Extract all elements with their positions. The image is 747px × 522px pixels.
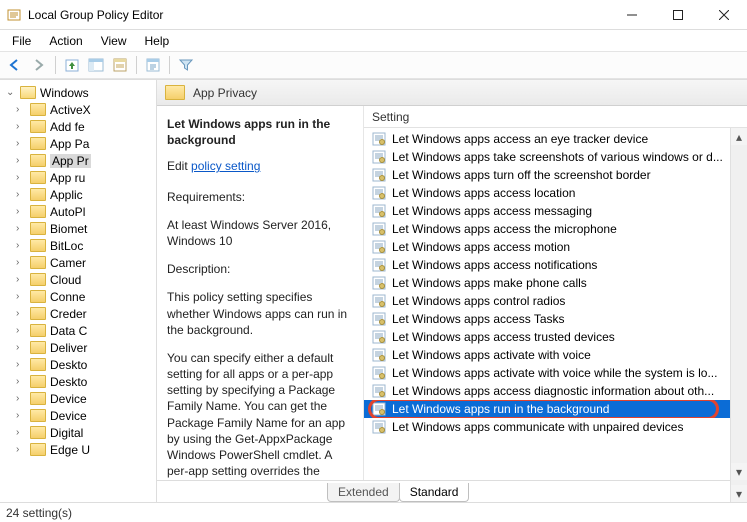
- tree-item[interactable]: ›App Pa: [6, 135, 156, 152]
- requirements-body: At least Windows Server 2016, Windows 10: [167, 217, 353, 249]
- description-body-1: This policy setting specifies whether Wi…: [167, 289, 353, 338]
- app-icon: [6, 7, 22, 23]
- detail-header: App Privacy: [157, 80, 747, 106]
- menu-file[interactable]: File: [4, 32, 39, 50]
- status-text: 24 setting(s): [6, 506, 72, 520]
- filter-button[interactable]: [175, 54, 197, 76]
- tree-root-node[interactable]: ⌄Windows: [6, 84, 156, 101]
- tree-pane[interactable]: ⌄Windows›ActiveX›Add fe›App Pa›App Pr›Ap…: [0, 80, 157, 502]
- minimize-button[interactable]: [609, 0, 655, 30]
- menubar: File Action View Help: [0, 30, 747, 51]
- setting-item[interactable]: Let Windows apps control radios: [364, 292, 747, 310]
- settings-list-pane: Setting Let Windows apps access an eye t…: [363, 106, 747, 480]
- tree-item[interactable]: ›App Pr: [6, 152, 156, 169]
- tab-standard[interactable]: Standard: [399, 483, 470, 502]
- tree-item[interactable]: ›Edge U: [6, 441, 156, 458]
- tree-item[interactable]: ›Deskto: [6, 373, 156, 390]
- tree-item[interactable]: ›Digital: [6, 424, 156, 441]
- description-heading: Description:: [167, 261, 353, 277]
- column-header-setting[interactable]: Setting: [364, 106, 747, 128]
- setting-item[interactable]: Let Windows apps run in the background: [364, 400, 747, 418]
- detail-pane: App Privacy Let Windows apps run in the …: [157, 80, 747, 502]
- tree-item[interactable]: ›Device: [6, 390, 156, 407]
- setting-item[interactable]: Let Windows apps access location: [364, 184, 747, 202]
- close-button[interactable]: [701, 0, 747, 30]
- setting-item[interactable]: Let Windows apps access messaging: [364, 202, 747, 220]
- tree-item[interactable]: ›ActiveX: [6, 101, 156, 118]
- tree-item[interactable]: ›Creder: [6, 305, 156, 322]
- setting-item[interactable]: Let Windows apps activate with voice whi…: [364, 364, 747, 382]
- tree-item[interactable]: ›Data C: [6, 322, 156, 339]
- tree-item[interactable]: ›App ru: [6, 169, 156, 186]
- detail-header-label: App Privacy: [193, 86, 257, 100]
- requirements-heading: Requirements:: [167, 189, 353, 205]
- properties-button[interactable]: [109, 54, 131, 76]
- tree-item[interactable]: ›BitLoc: [6, 237, 156, 254]
- setting-item[interactable]: Let Windows apps activate with voice: [364, 346, 747, 364]
- window-title: Local Group Policy Editor: [28, 8, 609, 22]
- export-button[interactable]: [142, 54, 164, 76]
- scroll-up-icon[interactable]: ▴: [731, 128, 747, 145]
- setting-item[interactable]: Let Windows apps access diagnostic infor…: [364, 382, 747, 400]
- tree-item[interactable]: ›Deskto: [6, 356, 156, 373]
- setting-item[interactable]: Let Windows apps access notifications: [364, 256, 747, 274]
- setting-item[interactable]: Let Windows apps access the microphone: [364, 220, 747, 238]
- edit-policy-link[interactable]: policy setting: [191, 159, 260, 173]
- statusbar: 24 setting(s): [0, 502, 747, 522]
- edit-line: Edit policy setting: [167, 158, 353, 174]
- tree: ⌄Windows›ActiveX›Add fe›App Pa›App Pr›Ap…: [6, 84, 156, 458]
- toolbar: [0, 51, 747, 79]
- setting-item[interactable]: Let Windows apps turn off the screenshot…: [364, 166, 747, 184]
- tree-item[interactable]: ›Add fe: [6, 118, 156, 135]
- setting-item[interactable]: Let Windows apps access motion: [364, 238, 747, 256]
- tree-item[interactable]: ›Conne: [6, 288, 156, 305]
- description-body-2: You can specify either a default setting…: [167, 350, 353, 480]
- setting-item[interactable]: Let Windows apps access Tasks: [364, 310, 747, 328]
- setting-item[interactable]: Let Windows apps communicate with unpair…: [364, 418, 747, 436]
- tree-item[interactable]: ›Camer: [6, 254, 156, 271]
- maximize-button[interactable]: [655, 0, 701, 30]
- tree-item[interactable]: ›Applic: [6, 186, 156, 203]
- tree-item[interactable]: ›AutoPl: [6, 203, 156, 220]
- policy-title: Let Windows apps run in the background: [167, 116, 353, 148]
- content-area: ⌄Windows›ActiveX›Add fe›App Pa›App Pr›Ap…: [0, 79, 747, 502]
- tree-item[interactable]: ›Deliver: [6, 339, 156, 356]
- back-button[interactable]: [4, 54, 26, 76]
- setting-item[interactable]: Let Windows apps make phone calls: [364, 274, 747, 292]
- titlebar: Local Group Policy Editor: [0, 0, 747, 30]
- edit-prefix: Edit: [167, 159, 188, 173]
- show-hide-tree-button[interactable]: [85, 54, 107, 76]
- settings-list: Let Windows apps access an eye tracker d…: [364, 128, 747, 480]
- tree-item[interactable]: ›Biomet: [6, 220, 156, 237]
- settings-scrollbar[interactable]: ▴ ▾: [730, 128, 747, 480]
- up-button[interactable]: [61, 54, 83, 76]
- forward-button[interactable]: [28, 54, 50, 76]
- tree-item[interactable]: ›Cloud: [6, 271, 156, 288]
- tab-extended[interactable]: Extended: [327, 483, 400, 502]
- tabstrip: Extended Standard: [157, 480, 747, 502]
- scroll-down-icon[interactable]: ▾: [731, 463, 747, 480]
- folder-icon: [165, 85, 185, 100]
- setting-item[interactable]: Let Windows apps access trusted devices: [364, 328, 747, 346]
- description-pane: Let Windows apps run in the background E…: [157, 106, 363, 480]
- setting-item[interactable]: Let Windows apps take screenshots of var…: [364, 148, 747, 166]
- menu-view[interactable]: View: [93, 32, 135, 50]
- setting-item[interactable]: Let Windows apps access an eye tracker d…: [364, 130, 747, 148]
- menu-help[interactable]: Help: [137, 32, 178, 50]
- menu-action[interactable]: Action: [41, 32, 90, 50]
- tree-item[interactable]: ›Device: [6, 407, 156, 424]
